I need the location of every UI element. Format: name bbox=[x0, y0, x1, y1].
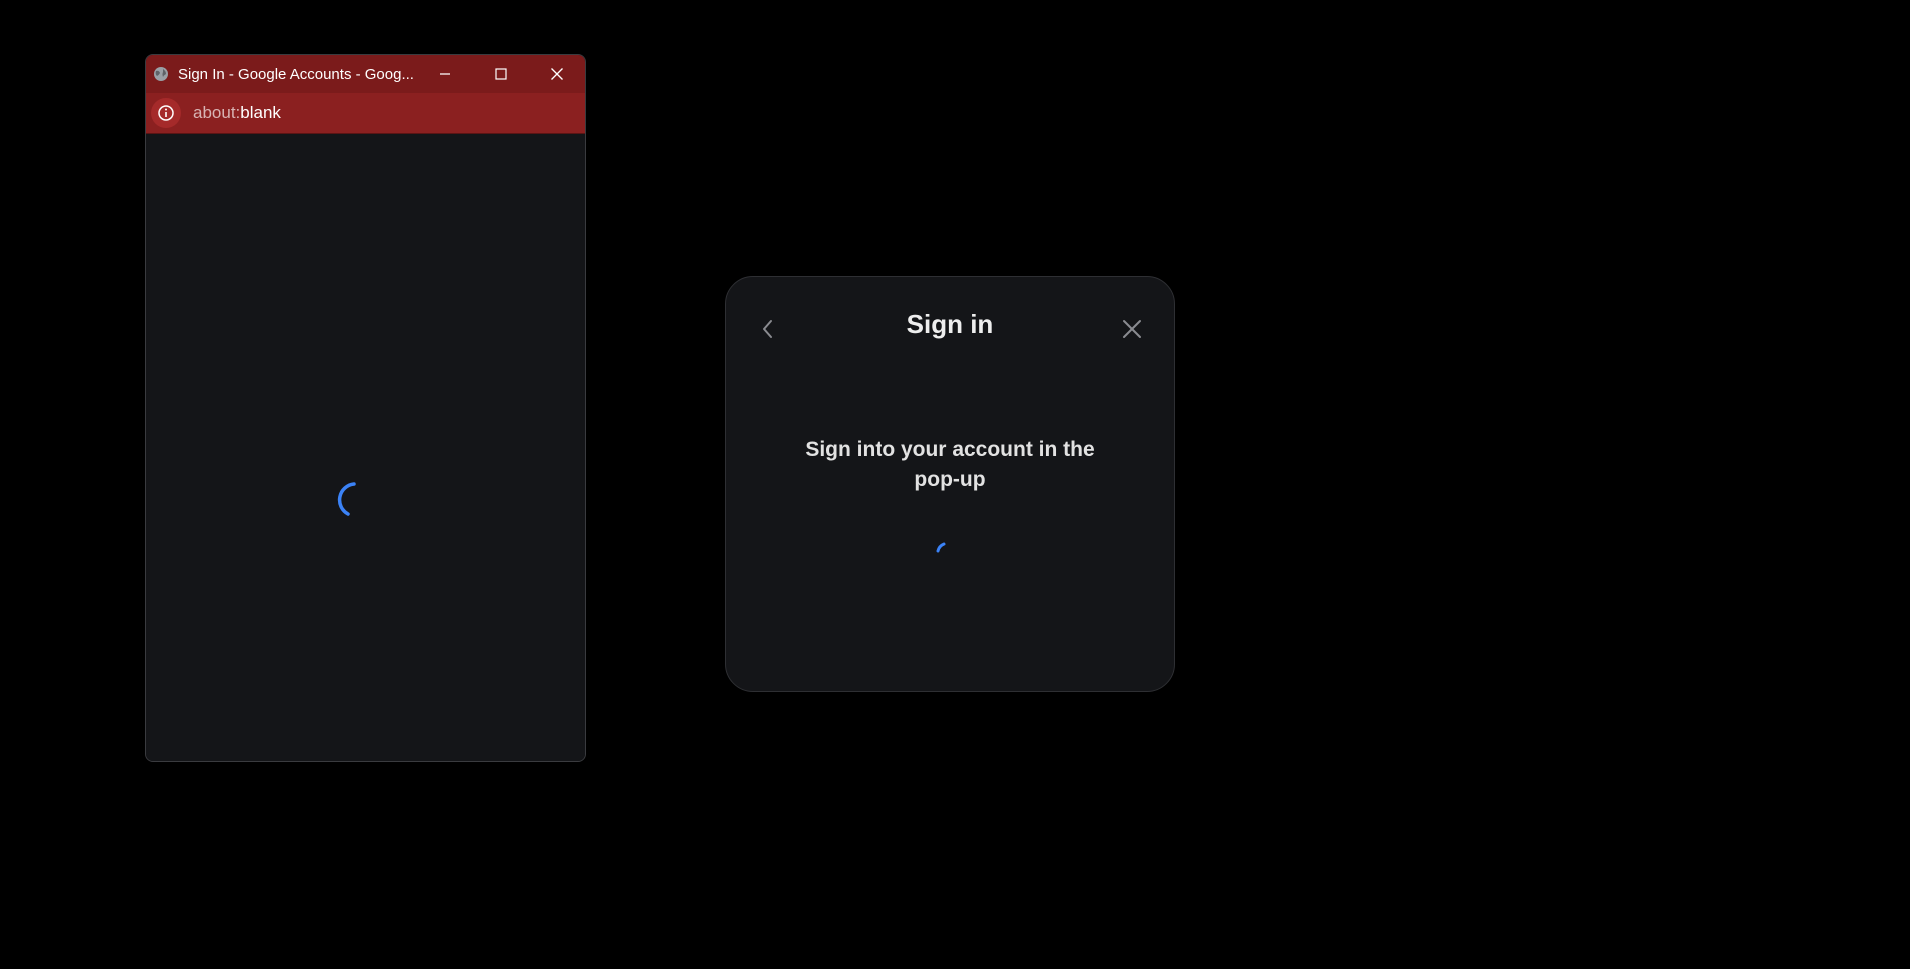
loading-spinner-icon bbox=[936, 542, 946, 553]
close-window-button[interactable] bbox=[529, 55, 585, 93]
close-icon bbox=[551, 68, 563, 80]
info-icon bbox=[158, 105, 174, 121]
popup-title: Sign In - Google Accounts - Goog... bbox=[178, 65, 414, 83]
site-info-button[interactable] bbox=[151, 98, 181, 128]
signin-modal: Sign in Sign into your account in the po… bbox=[725, 276, 1175, 692]
popup-page-content bbox=[146, 134, 585, 761]
globe-icon bbox=[152, 65, 170, 83]
maximize-icon bbox=[495, 68, 507, 80]
maximize-button[interactable] bbox=[473, 55, 529, 93]
minimize-button[interactable] bbox=[417, 55, 473, 93]
minimize-icon bbox=[440, 73, 450, 75]
address-url[interactable]: about:blank bbox=[193, 103, 281, 123]
modal-title: Sign in bbox=[906, 309, 994, 339]
close-modal-button[interactable] bbox=[1114, 311, 1150, 347]
popup-titlebar[interactable]: Sign In - Google Accounts - Goog... bbox=[146, 55, 585, 93]
modal-message: Sign into your account in the pop-up bbox=[805, 438, 1095, 491]
window-controls bbox=[417, 55, 585, 93]
url-path: blank bbox=[240, 103, 281, 122]
close-icon bbox=[1123, 320, 1141, 338]
address-bar: about:blank bbox=[146, 93, 585, 134]
signin-popup-window[interactable]: Sign In - Google Accounts - Goog... abou… bbox=[145, 54, 586, 762]
loading-spinner-icon bbox=[337, 482, 356, 516]
url-scheme: about: bbox=[193, 103, 241, 122]
